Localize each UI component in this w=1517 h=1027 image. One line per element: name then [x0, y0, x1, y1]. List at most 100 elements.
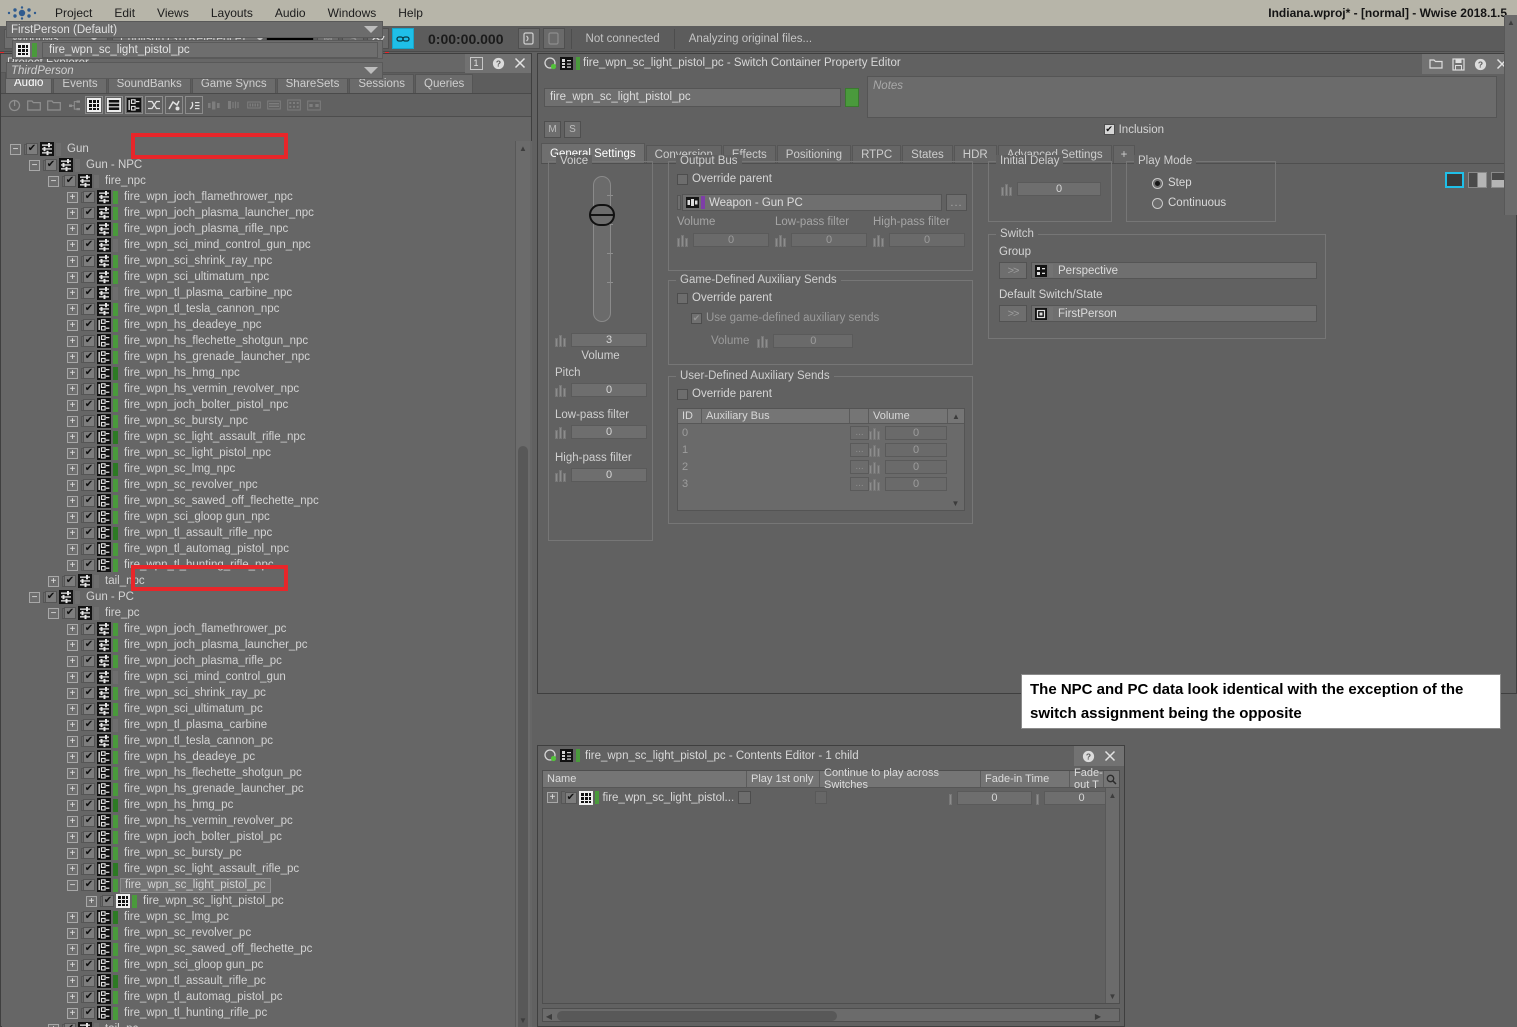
aux-row-browse-button[interactable]: ...	[850, 442, 869, 457]
expand-icon[interactable]: +	[67, 383, 78, 395]
tree-item[interactable]: + ✔ fire_wpn_sc_revolver_pc	[2, 925, 514, 941]
expand-icon[interactable]: +	[67, 431, 78, 443]
aux-row-volume-field[interactable]: 0	[869, 459, 947, 474]
object-tree[interactable]: − ✔ Gun − ✔ Gun - NPC − ✔ fire_npc + ✔ fire_wpn_joc…	[2, 141, 532, 1027]
tree-item[interactable]: + ✔ fire_wpn_sci_shrink_ray_pc	[2, 685, 514, 701]
voice-highpass-field[interactable]: 0	[555, 467, 647, 482]
tree-item[interactable]: + ✔ fire_wpn_sci_mind_control_gun	[2, 669, 514, 685]
voice-volume-field[interactable]: 3	[555, 332, 647, 347]
column-fade-out-time[interactable]: Fade-out T	[1070, 767, 1104, 791]
tree-item-checkbox[interactable]: ✔	[83, 783, 95, 795]
output-bus-override-checkbox[interactable]: ✔ Override parent	[677, 173, 772, 185]
switch-default-browse-button[interactable]: >>	[999, 305, 1027, 322]
expand-icon[interactable]: +	[67, 735, 78, 747]
view-number-badge[interactable]: 1	[465, 54, 487, 73]
tree-item-checkbox[interactable]: ✔	[83, 303, 95, 315]
expand-icon[interactable]: +	[67, 687, 78, 699]
tree-item[interactable]: + ✔ fire_wpn_joch_bolter_pistol_pc	[2, 829, 514, 845]
scroll-down-arrow[interactable]: ▼	[516, 1013, 530, 1027]
tree-item[interactable]: + ✔ fire_wpn_sc_bursty_npc	[2, 413, 514, 429]
output-bus-volume-value[interactable]: 0	[693, 232, 769, 247]
expand-icon[interactable]: +	[67, 271, 78, 283]
tree-item-checkbox[interactable]: ✔	[83, 239, 95, 251]
voice-volume-value[interactable]: 3	[571, 332, 647, 347]
tree-item[interactable]: + ✔ fire_wpn_joch_flamethrower_npc	[2, 189, 514, 205]
nudge-icon[interactable]	[948, 791, 957, 805]
expand-icon[interactable]: +	[67, 399, 78, 411]
collapse-icon[interactable]: −	[29, 159, 40, 171]
aux-send-row[interactable]: 3... 0	[678, 475, 964, 492]
tree-item[interactable]: − ✔ Gun	[2, 141, 514, 157]
voice-volume-slider-knob[interactable]	[589, 204, 615, 226]
inclusion-checkbox[interactable]: ✔ Inclusion	[1103, 124, 1164, 136]
aux-row-volume-value[interactable]: 0	[885, 459, 947, 474]
tree-item-checkbox[interactable]: ✔	[83, 799, 95, 811]
tree-item-checkbox[interactable]: ✔	[83, 623, 95, 635]
tree-item[interactable]: + ✔ fire_wpn_sci_gloop gun_pc	[2, 957, 514, 973]
row-continue-across-checkbox[interactable]	[814, 791, 827, 804]
aux-row-volume-value[interactable]: 0	[885, 442, 947, 457]
tree-item[interactable]: + ✔ fire_wpn_joch_plasma_launcher_npc	[2, 205, 514, 221]
bus-icon[interactable]	[205, 96, 223, 114]
play-mode-step-radio[interactable]: Step	[1152, 177, 1192, 189]
tree-item-checkbox[interactable]: ✔	[83, 639, 95, 651]
aux-send-row[interactable]: 2... 0	[678, 458, 964, 475]
hierarchy-icon[interactable]	[65, 96, 83, 114]
tree-item-checkbox[interactable]: ✔	[102, 895, 114, 907]
remote-connect-icon[interactable]	[517, 28, 540, 49]
nudge-icon[interactable]	[869, 477, 885, 491]
solo-button[interactable]: S	[564, 121, 581, 138]
scroll-down-arrow[interactable]: ▼	[1106, 989, 1119, 1003]
output-bus-lowpass-value[interactable]: 0	[791, 232, 867, 247]
tree-item-checkbox[interactable]: ✔	[83, 751, 95, 763]
tree-item[interactable]: + ✔ fire_wpn_tl_assault_rifle_pc	[2, 973, 514, 989]
column-name[interactable]: Name	[543, 771, 747, 787]
assigned-group-firstperson[interactable]: FirstPerson (Default)	[6, 21, 383, 38]
expand-icon[interactable]: +	[67, 479, 78, 491]
blend-container-icon[interactable]	[125, 96, 143, 114]
row-play-first-only-checkbox[interactable]	[738, 791, 751, 804]
expand-icon[interactable]: +	[48, 575, 59, 587]
tree-item-checkbox[interactable]: ✔	[83, 703, 95, 715]
tree-item[interactable]: + ✔ fire_wpn_hs_grenade_launcher_npc	[2, 349, 514, 365]
scroll-down-arrow[interactable]: ▼	[948, 497, 963, 509]
expand-icon[interactable]: +	[67, 927, 78, 939]
scroll-up-arrow[interactable]: ▲	[1106, 788, 1119, 802]
tree-item[interactable]: + ✔ fire_wpn_joch_bolter_pistol_npc	[2, 397, 514, 413]
row-expander[interactable]: +	[547, 792, 558, 803]
expand-icon[interactable]: +	[67, 543, 78, 555]
tree-item[interactable]: + ✔ fire_wpn_tl_tesla_cannon_npc	[2, 301, 514, 317]
collapse-icon[interactable]: −	[10, 143, 21, 155]
expand-icon[interactable]: +	[67, 703, 78, 715]
tree-item[interactable]: + ✔ fire_wpn_sc_light_assault_rifle_npc	[2, 429, 514, 445]
tree-item[interactable]: + ✔ fire_wpn_sc_light_assault_rifle_pc	[2, 861, 514, 877]
expand-icon[interactable]: +	[67, 351, 78, 363]
tree-item[interactable]: + ✔ fire_wpn_tl_plasma_carbine	[2, 717, 514, 733]
aux-row-volume-field[interactable]: 0	[869, 476, 947, 491]
tree-item-checkbox[interactable]: ✔	[83, 335, 95, 347]
tree-item[interactable]: − ✔ fire_npc	[2, 173, 514, 189]
column-fade-in-time[interactable]: Fade-in Time	[981, 771, 1070, 787]
menu-help[interactable]: Help	[387, 0, 434, 26]
tree-item[interactable]: + ✔ fire_wpn_sc_lmg_npc	[2, 461, 514, 477]
nudge-icon[interactable]	[873, 233, 889, 247]
voice-pitch-field[interactable]: 0	[555, 382, 647, 397]
tree-item[interactable]: + ✔ fire_wpn_sci_ultimatum_pc	[2, 701, 514, 717]
tree-item-checkbox[interactable]: ✔	[83, 383, 95, 395]
scroll-thumb[interactable]	[518, 446, 528, 1027]
layout-icon[interactable]	[305, 96, 323, 114]
scroll-right-arrow[interactable]: ▶	[1093, 1011, 1103, 1021]
contents-vertical-scrollbar[interactable]: ▲ ▼	[1105, 788, 1119, 1003]
game-aux-override-checkbox[interactable]: ✔ Override parent	[677, 292, 772, 304]
tree-item-checkbox[interactable]: ✔	[83, 671, 95, 683]
expand-icon[interactable]: +	[67, 1007, 78, 1019]
collapse-icon[interactable]: −	[29, 591, 40, 603]
tree-item-checkbox[interactable]: ✔	[83, 543, 95, 555]
tree-item[interactable]: − ✔ Gun - NPC	[2, 157, 514, 173]
column-continue-across-switches[interactable]: Continue to play across Switches	[820, 767, 981, 791]
expand-icon[interactable]: +	[67, 463, 78, 475]
folder-icon[interactable]	[25, 96, 43, 114]
tree-item[interactable]: + ✔ fire_wpn_sc_bursty_pc	[2, 845, 514, 861]
tree-item[interactable]: + ✔ fire_wpn_hs_deadeye_pc	[2, 749, 514, 765]
tree-item-checkbox[interactable]: ✔	[83, 191, 95, 203]
